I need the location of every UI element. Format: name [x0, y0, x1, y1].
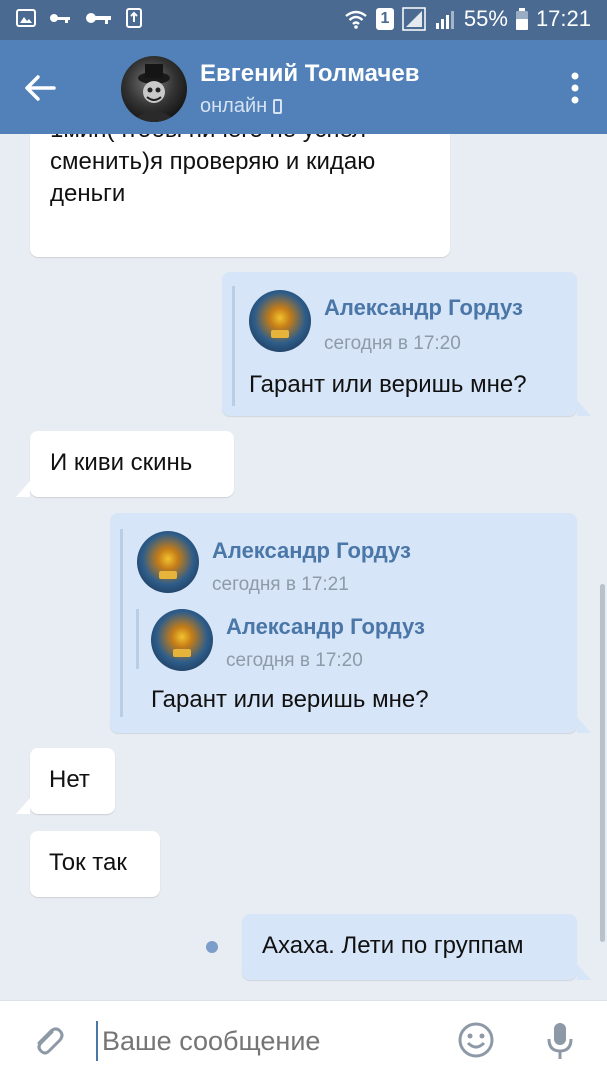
key-icon	[86, 13, 111, 24]
status-bar: 1 55% 17:21	[0, 0, 607, 40]
online-status-text: онлайн	[200, 95, 268, 117]
emoji-icon[interactable]	[457, 1021, 495, 1059]
message-text: Нет	[49, 766, 90, 793]
forward-author-avatar[interactable]	[249, 290, 311, 352]
wifi-icon	[345, 10, 367, 29]
forwarded-block	[232, 286, 235, 406]
message-line: 1мин(чтобы ничего не успел	[50, 134, 366, 146]
back-arrow-icon[interactable]	[22, 70, 58, 106]
forward-author-name[interactable]: Александр Гордуз	[212, 535, 411, 567]
battery-percent: 55%	[463, 6, 508, 31]
outgoing-forwarded-message[interactable]: Александр Гордуз сегодня в 17:20 Гарант …	[222, 272, 591, 416]
online-status: онлайн	[200, 95, 283, 118]
forwarded-block	[120, 529, 123, 717]
scrollbar[interactable]	[600, 584, 605, 942]
incoming-message[interactable]: 1мин(чтобы ничего не успел сменить)я про…	[30, 134, 450, 257]
forward-author-avatar[interactable]	[137, 531, 199, 593]
attach-icon[interactable]	[30, 1023, 66, 1059]
recycle-icon	[126, 8, 142, 28]
message-text: И киви скинь	[50, 449, 193, 476]
message-line: сменить)я проверяю и кидаю	[50, 148, 376, 175]
key-icon	[50, 14, 70, 23]
nested-forward-author-avatar[interactable]	[151, 609, 213, 671]
signal-icon	[435, 11, 454, 29]
message-list[interactable]: 1мин(чтобы ничего не успел сменить)я про…	[0, 134, 607, 1000]
image-icon	[16, 9, 36, 27]
message-text: Ахаха. Лети по группам	[262, 932, 524, 959]
mic-icon[interactable]	[546, 1021, 574, 1061]
incoming-message[interactable]: И киви скинь	[16, 431, 234, 497]
outgoing-forwarded-message[interactable]: Александр Гордуз сегодня в 17:21 Алексан…	[110, 513, 591, 733]
forward-text: Гарант или веришь мне?	[249, 371, 527, 398]
signal-icon	[402, 7, 426, 31]
message-composer	[0, 1000, 607, 1081]
forward-author-name[interactable]: Александр Гордуз	[324, 292, 523, 324]
incoming-message[interactable]: Нет	[16, 748, 115, 814]
forward-time: сегодня в 17:21	[212, 574, 349, 595]
incoming-message[interactable]: Ток так	[30, 831, 160, 897]
outgoing-message[interactable]: Ахаха. Лети по группам	[242, 914, 591, 980]
more-vert-icon[interactable]	[571, 72, 579, 104]
forward-time: сегодня в 17:20	[324, 333, 461, 354]
chat-header: Евгений Толмачев онлайн	[0, 40, 607, 134]
message-line: деньги	[50, 180, 126, 207]
battery-icon	[515, 8, 528, 30]
sim-icon: 1	[375, 8, 394, 30]
forward-text: Гарант или веришь мне?	[151, 686, 429, 713]
phone-icon	[273, 99, 283, 114]
contact-name[interactable]: Евгений Толмачев	[200, 60, 419, 88]
clock: 17:21	[535, 6, 591, 31]
unread-indicator	[206, 941, 218, 953]
message-text: Ток так	[49, 849, 127, 876]
nested-forwarded-block	[136, 609, 139, 669]
nested-forward-time: сегодня в 17:20	[226, 650, 363, 671]
message-input[interactable]	[96, 1019, 426, 1063]
nested-forward-author-name[interactable]: Александр Гордуз	[226, 611, 425, 643]
avatar[interactable]	[121, 56, 187, 122]
